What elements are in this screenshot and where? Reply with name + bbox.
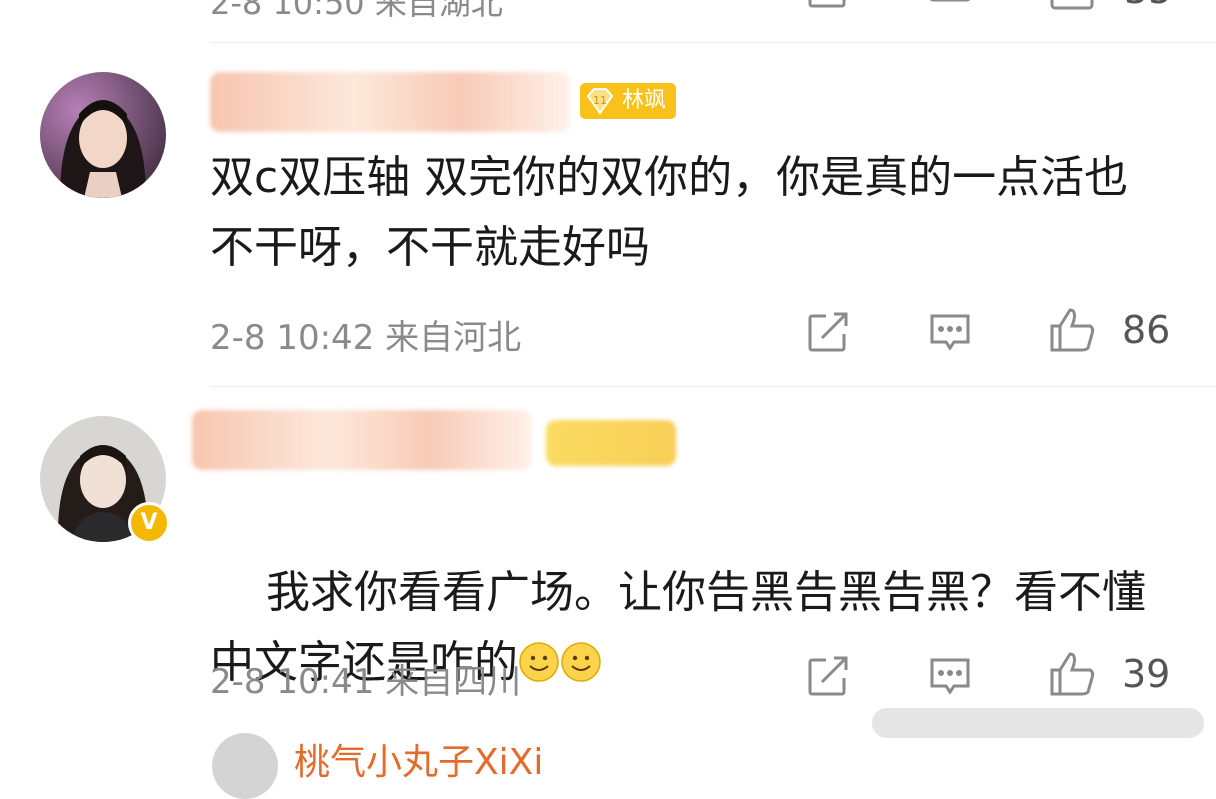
fan-badge[interactable]: 11 林飒 [580, 83, 677, 119]
diamond-icon: 11 [586, 88, 614, 115]
divider [210, 386, 1216, 387]
username-redacted-highlight [546, 420, 676, 466]
smile-emoji-icon [518, 634, 560, 682]
fan-badge-label: 林飒 [622, 88, 667, 113]
comment-icon[interactable] [926, 0, 974, 12]
avatar[interactable] [212, 733, 278, 799]
username-redacted [210, 72, 570, 132]
comment-icon[interactable] [926, 652, 974, 700]
comment-meta: 2-8 10:41 来自四川 [210, 654, 521, 703]
share-icon[interactable] [804, 0, 852, 12]
thumbs-up-icon[interactable] [1048, 306, 1096, 354]
comment-location: 来自四川 [385, 662, 522, 702]
previous-comment-footer: 2-8 10:50 来自湖北 35 [0, 0, 1216, 22]
avatar[interactable] [40, 72, 166, 198]
smile-emoji-icon [560, 634, 602, 682]
like-count: 39 [1122, 652, 1171, 696]
share-icon[interactable] [804, 652, 852, 700]
comment-meta: 2-8 10:42 来自河北 [210, 310, 521, 359]
username-redacted [192, 410, 532, 470]
comment-icon[interactable] [926, 308, 974, 356]
comment-location: 来自河北 [385, 318, 522, 358]
share-icon[interactable] [804, 308, 852, 356]
comment-time: 2-8 10:42 [210, 318, 375, 358]
verified-badge-icon: V [128, 502, 170, 544]
previous-comment-meta: 2-8 10:50 来自湖北 [210, 0, 503, 22]
next-comment: 桃气小丸子XiXi [0, 733, 1216, 799]
username[interactable]: 桃气小丸子XiXi [294, 733, 543, 785]
comment-text: 双c双压轴 双完你的双你的，你是真的一点活也不干呀，不干就走好吗 [210, 152, 1129, 273]
thumbs-up-icon[interactable] [1048, 650, 1096, 698]
divider [210, 42, 1216, 43]
svg-text:11: 11 [593, 94, 607, 107]
like-count: 35 [1124, 0, 1172, 12]
like-count: 86 [1122, 308, 1171, 352]
comment-time: 2-8 10:41 [210, 662, 375, 702]
thumbs-up-icon[interactable] [1048, 0, 1096, 12]
